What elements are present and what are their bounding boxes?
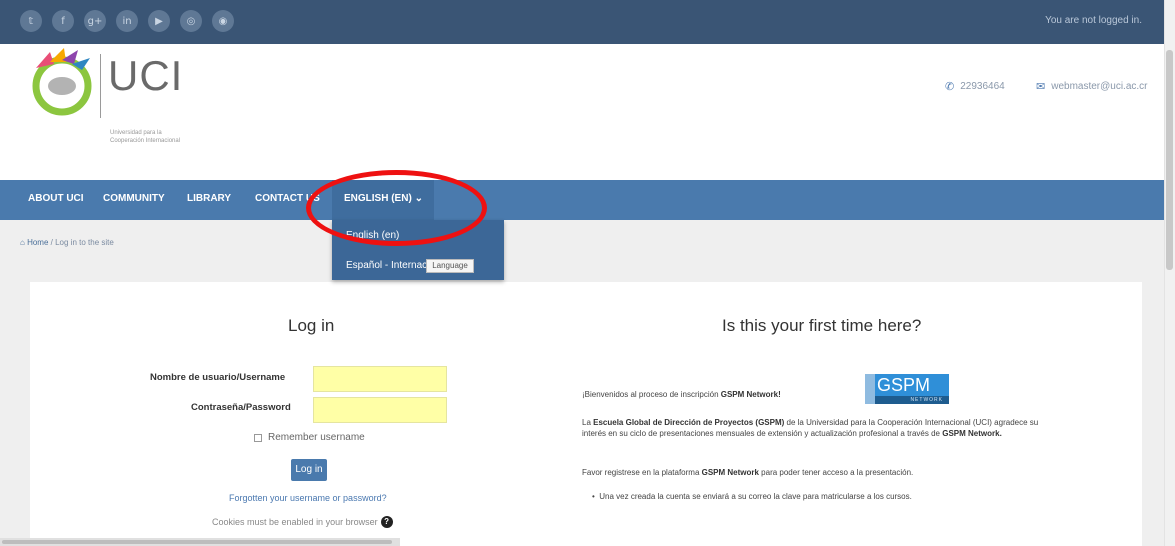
logo-subtitle-2: Cooperación Internacional xyxy=(110,138,181,144)
email-contact[interactable]: ✉ webmaster@uci.ac.cr xyxy=(1036,80,1148,93)
cookies-notice: Cookies must be enabled in your browser … xyxy=(212,516,393,528)
first-time-heading: Is this your first time here? xyxy=(722,316,922,335)
username-label: Nombre de usuario/Username xyxy=(150,372,286,383)
username-field[interactable] xyxy=(313,366,447,392)
logo-subtitle-1: Universidad para la xyxy=(110,130,162,136)
gspm-logo-mark xyxy=(865,374,875,404)
facebook-icon[interactable]: f xyxy=(52,10,74,32)
language-tooltip-badge: Language xyxy=(426,259,474,273)
youtube-icon[interactable]: ▶ xyxy=(148,10,170,32)
gspm-logo-text: GSPM xyxy=(865,374,949,396)
intro-paragraph: La Escuela Global de Dirección de Proyec… xyxy=(582,417,1052,439)
login-status: You are not logged in. xyxy=(1045,15,1142,26)
logo-divider xyxy=(100,54,101,118)
social-icons: 𝕥 f g+ in ▶ ◎ ◉ xyxy=(20,10,234,32)
register-paragraph: Favor registrese en la plataforma GSPM N… xyxy=(582,467,1052,478)
login-card xyxy=(30,282,1142,546)
bullet-text: Una vez creada la cuenta se enviará a su… xyxy=(599,492,912,501)
vertical-scrollbar-thumb[interactable] xyxy=(1166,50,1173,270)
login-heading: Log in xyxy=(288,316,335,335)
annotation-ellipse xyxy=(306,170,487,246)
remember-label[interactable]: Remember username xyxy=(268,432,365,443)
info-bullet: • Una vez creada la cuenta se enviará a … xyxy=(592,491,1052,502)
welcome-bold: GSPM Network! xyxy=(720,390,781,399)
main-navbar: ABOUT UCI COMMUNITY LIBRARY CONTACT US E… xyxy=(0,180,1164,220)
uci-logo-icon[interactable] xyxy=(28,48,96,116)
help-icon[interactable]: ? xyxy=(380,516,393,528)
linkedin-icon[interactable]: in xyxy=(116,10,138,32)
gspm-logo-sub: NETWORK xyxy=(865,396,949,404)
phone-number: 22936464 xyxy=(960,81,1005,92)
welcome-prefix: ¡Bienvenidos al proceso de inscripción xyxy=(582,390,721,399)
password-label: Contraseña/Password xyxy=(191,402,291,413)
login-button[interactable]: Log in xyxy=(291,459,327,481)
breadcrumb-home[interactable]: Home xyxy=(27,238,48,247)
remember-username[interactable]: Remember username xyxy=(254,432,365,443)
remember-checkbox[interactable] xyxy=(254,433,262,442)
phone-icon: ✆ xyxy=(945,81,955,93)
p2-b: para poder tener acceso a la presentació… xyxy=(758,468,914,477)
twitter-icon[interactable]: 𝕥 xyxy=(20,10,42,32)
password-field[interactable] xyxy=(313,397,447,423)
welcome-text: ¡Bienvenidos al proceso de inscripción G… xyxy=(582,389,862,400)
logo-title[interactable]: UCI xyxy=(108,52,183,100)
nav-library[interactable]: LIBRARY xyxy=(187,193,231,204)
breadcrumb-current: Log in to the site xyxy=(55,238,114,247)
p1-bold1: Escuela Global de Dirección de Proyectos… xyxy=(593,418,785,427)
forgot-password-link[interactable]: Forgotten your username or password? xyxy=(229,493,387,503)
envelope-icon: ✉ xyxy=(1036,81,1046,93)
google-plus-icon[interactable]: g+ xyxy=(84,10,106,32)
phone-contact: ✆ 22936464 xyxy=(945,80,1005,93)
rss-icon[interactable]: ◉ xyxy=(212,10,234,32)
p1-a: La xyxy=(582,418,594,427)
horizontal-scrollbar-thumb[interactable] xyxy=(2,540,392,544)
top-bar: 𝕥 f g+ in ▶ ◎ ◉ You are not logged in. xyxy=(0,0,1164,44)
gspm-logo: GSPM NETWORK xyxy=(865,374,949,406)
home-icon[interactable]: ⌂ xyxy=(20,238,25,247)
nav-community[interactable]: COMMUNITY xyxy=(103,193,165,204)
instagram-icon[interactable]: ◎ xyxy=(180,10,202,32)
breadcrumb: ⌂ Home / Log in to the site xyxy=(20,238,114,247)
p1-bold2: GSPM Network. xyxy=(942,429,1002,438)
email-address[interactable]: webmaster@uci.ac.cr xyxy=(1051,81,1147,92)
nav-about-uci[interactable]: ABOUT UCI xyxy=(28,193,84,204)
p2-a: Favor registrese en la plataforma xyxy=(582,468,702,477)
cookies-text: Cookies must be enabled in your browser xyxy=(212,517,378,527)
p2-bold: GSPM Network xyxy=(701,468,759,477)
